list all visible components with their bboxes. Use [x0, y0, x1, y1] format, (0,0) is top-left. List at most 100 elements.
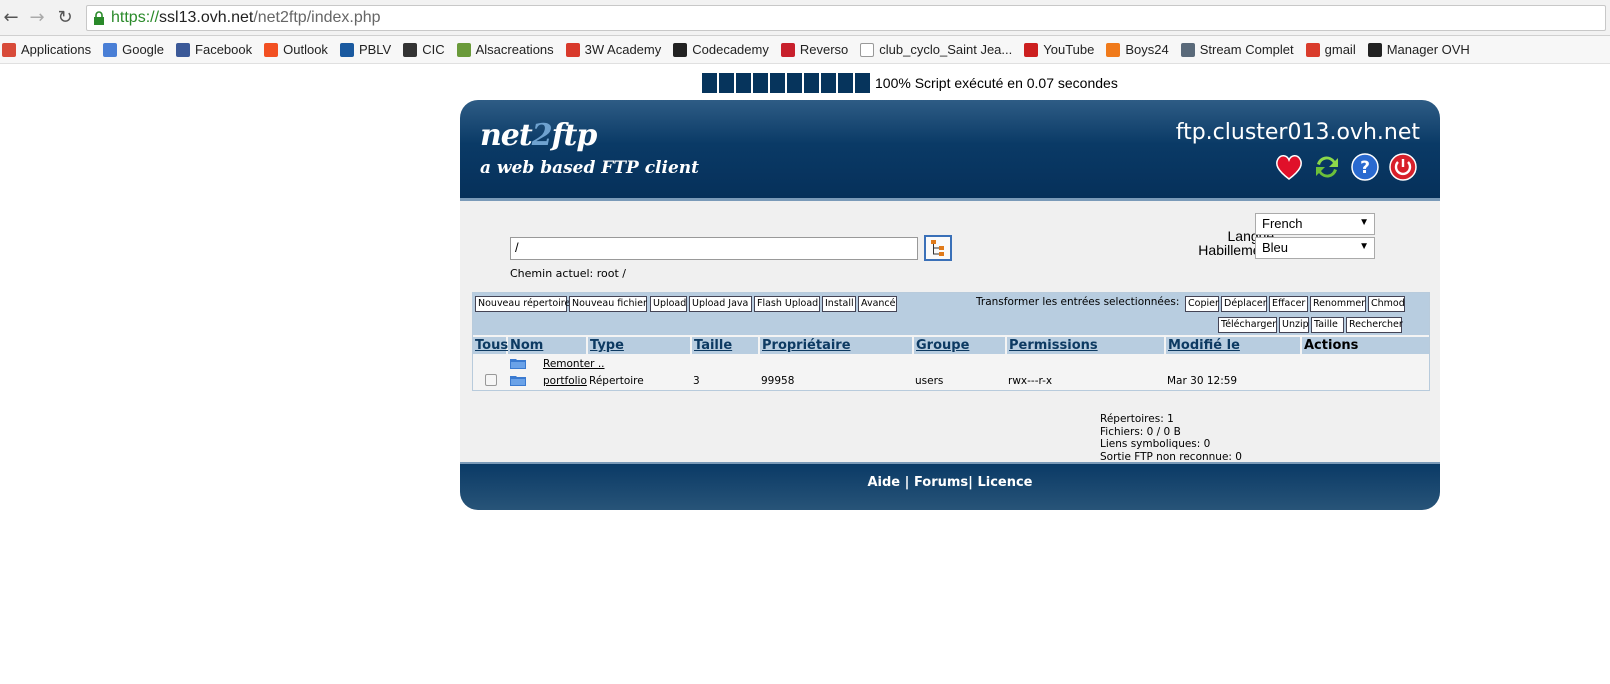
svg-text:?: ?	[1360, 158, 1370, 178]
help-icon[interactable]: ?	[1350, 152, 1380, 182]
footer-separator: |	[900, 475, 914, 490]
bookmark-item[interactable]: Stream Complet	[1180, 42, 1294, 57]
bookmark-item[interactable]: Applications	[2, 42, 91, 57]
selection-action-button[interactable]: Unzip	[1279, 317, 1309, 333]
bookmark-item[interactable]: 3W Academy	[565, 42, 662, 57]
bookmark-label: Reverso	[799, 42, 849, 57]
facebook-icon	[176, 42, 191, 57]
dropdown-arrow-icon: ▼	[1359, 217, 1369, 228]
directory-input[interactable]: /	[510, 237, 918, 260]
bookmark-label: Applications	[21, 42, 92, 57]
toolbar-button[interactable]: Nouveau fichier	[569, 296, 647, 312]
bookmarks-bar: Applications Google Facebook Outlook PBLV CIC…	[0, 36, 1610, 64]
selection-action-button[interactable]: Copier	[1185, 296, 1219, 312]
bookmark-label: Stream Complet	[1199, 42, 1294, 57]
column-header[interactable]: Modifié le	[1166, 337, 1300, 354]
selection-action-button[interactable]: Rechercher	[1346, 317, 1403, 333]
language-select[interactable]: French ▼	[1255, 213, 1375, 235]
bookmark-item[interactable]: gmail	[1305, 42, 1356, 57]
file-size: 3	[693, 375, 700, 387]
stat-files: Fichiers: 0 / 0 B	[1100, 425, 1181, 438]
script-progress: 100% Script exécuté en 0.07 secondes	[702, 72, 1118, 94]
progress-segment	[821, 73, 836, 93]
url-text: https://ssl13.ovh.net/net2ftp/index.php	[111, 9, 381, 26]
progress-segment	[838, 73, 853, 93]
3w-academy-icon	[565, 42, 580, 57]
bookmark-item[interactable]: Outlook	[264, 42, 328, 57]
bookmark-item[interactable]: Reverso	[780, 42, 849, 57]
bookmark-item[interactable]: CIC	[403, 42, 445, 57]
row-checkbox[interactable]	[485, 374, 497, 386]
reload-icon[interactable]: ↻	[54, 7, 76, 29]
back-arrow-icon[interactable]: ←	[0, 7, 22, 29]
file-group: users	[915, 375, 944, 387]
file-permissions: rwx---r-x	[1008, 375, 1053, 387]
bookmark-label: Google	[122, 42, 165, 57]
progress-segment	[770, 73, 785, 93]
bookmark-label: CIC	[422, 42, 445, 57]
server-name: ftp.cluster013.ovh.net	[1175, 120, 1420, 145]
file-modified: Mar 30 12:59	[1167, 375, 1238, 387]
column-header[interactable]: Permissions	[1007, 337, 1164, 354]
bookmark-label: 3W Academy	[584, 42, 662, 57]
selection-action-button[interactable]: Effacer	[1269, 296, 1308, 312]
selection-action-button[interactable]: Déplacer	[1221, 296, 1267, 312]
column-header[interactable]: Propriétaire	[760, 337, 912, 354]
file-name-link[interactable]: portfolio	[543, 375, 587, 387]
progress-text: 100% Script exécuté en 0.07 secondes	[875, 75, 1118, 91]
outlook-icon	[264, 42, 279, 57]
selection-action-button[interactable]: Taille	[1311, 317, 1344, 333]
bookmark-item[interactable]: YouTube	[1024, 42, 1094, 57]
folder-icon	[510, 359, 526, 369]
toolbar-button[interactable]: Avancé	[858, 296, 897, 312]
column-header[interactable]: Taille	[692, 337, 758, 354]
selection-action-button[interactable]: Chmod	[1368, 296, 1405, 312]
codecademy-icon	[673, 42, 688, 57]
directory-stats: Répertoires: 1 Fichiers: 0 / 0 B Liens s…	[1100, 413, 1242, 463]
license-link[interactable]: Licence	[977, 475, 1032, 490]
bookmark-label: PBLV	[358, 42, 392, 57]
bookmark-item[interactable]: club_cyclo_Saint Jea...	[860, 42, 1012, 57]
selection-action-button[interactable]: Renommer	[1310, 296, 1366, 312]
bookmark-item[interactable]: Manager OVH	[1367, 42, 1470, 57]
bookmark-item[interactable]: Alsacreations	[456, 42, 554, 57]
progress-segment	[753, 73, 768, 93]
file-type: Répertoire	[589, 375, 644, 387]
toolbar-button[interactable]: Nouveau répertoire	[475, 296, 570, 312]
folder-icon	[510, 376, 526, 386]
bookmark-item[interactable]: Google	[103, 42, 164, 57]
alsacreations-icon	[456, 42, 471, 57]
bookmark-item[interactable]: Boys24	[1106, 42, 1169, 57]
bookmark-label: Outlook	[283, 42, 328, 57]
column-header[interactable]: Type	[588, 337, 690, 354]
toolbar-button[interactable]: Install	[822, 296, 856, 312]
bookmark-item[interactable]: Codecademy	[673, 42, 769, 57]
toolbar-button[interactable]: Upload Java	[689, 296, 752, 312]
column-header[interactable]: Groupe	[914, 337, 1005, 354]
selection-action-button[interactable]: Télécharger	[1218, 317, 1277, 333]
url-bar[interactable]: https://ssl13.ovh.net/net2ftp/index.php	[86, 5, 1606, 31]
bookmark-label: Alsacreations	[475, 42, 554, 57]
logo-tagline: a web based FTP client	[480, 158, 699, 178]
parent-directory-link[interactable]: Remonter ..	[543, 358, 605, 370]
pblv-icon	[339, 42, 354, 57]
forums-link[interactable]: Forums	[914, 475, 968, 490]
column-header[interactable]: Tous	[473, 337, 508, 354]
bookmark-label: club_cyclo_Saint Jea...	[879, 42, 1013, 57]
bookmark-item[interactable]: PBLV	[339, 42, 392, 57]
power-icon[interactable]	[1388, 152, 1418, 182]
boys24-icon	[1106, 42, 1121, 57]
apps-grid-icon	[2, 42, 16, 57]
help-link[interactable]: Aide	[867, 475, 900, 490]
column-header[interactable]: Nom	[508, 337, 586, 354]
refresh-icon[interactable]	[1312, 152, 1342, 182]
heart-icon[interactable]	[1274, 152, 1304, 182]
toolbar-button[interactable]: Upload	[650, 296, 687, 312]
bookmark-label: Facebook	[195, 42, 253, 57]
forward-arrow-icon[interactable]: →	[26, 7, 48, 29]
dropdown-arrow-icon: ▼	[1359, 241, 1369, 252]
bookmark-item[interactable]: Facebook	[176, 42, 252, 57]
toolbar-button[interactable]: Flash Upload	[754, 296, 820, 312]
skin-select[interactable]: Bleu ▼	[1255, 237, 1375, 259]
directory-tree-button[interactable]	[924, 235, 952, 261]
